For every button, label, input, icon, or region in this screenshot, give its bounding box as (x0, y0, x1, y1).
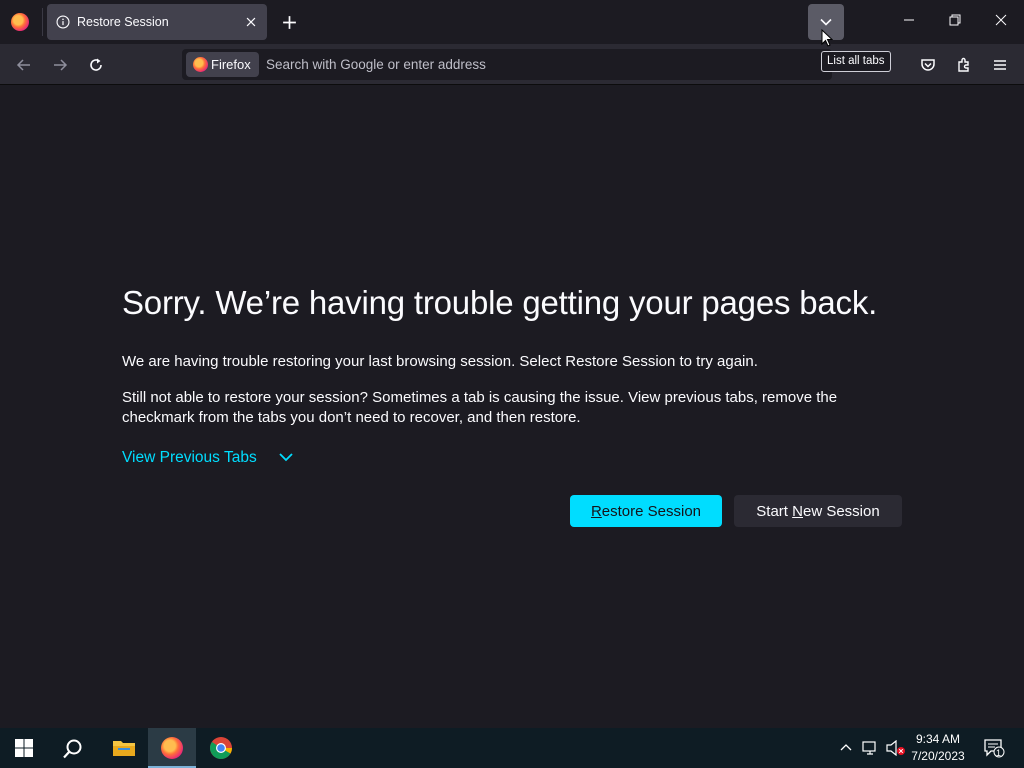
error-help-text: Still not able to restore your session? … (122, 389, 838, 426)
start-button[interactable] (0, 728, 48, 768)
system-clock[interactable]: 9:34 AM 7/20/2023 (906, 731, 970, 765)
pocket-icon[interactable] (919, 56, 937, 74)
chevron-up-icon[interactable] (840, 742, 852, 752)
notifications-icon[interactable] (983, 738, 1005, 758)
start-new-session-button[interactable]: Start New Session (734, 495, 902, 527)
close-window-icon[interactable] (993, 12, 1009, 28)
notification-count: 1 (996, 748, 1002, 758)
file-explorer-button[interactable] (98, 728, 146, 768)
forward-arrow-icon[interactable] (51, 56, 69, 74)
tab-title: Restore Session (77, 15, 169, 29)
new-session-label-start: Start (756, 502, 793, 520)
close-tab-icon[interactable] (244, 15, 258, 29)
tab-restore-session[interactable]: Restore Session (47, 4, 267, 40)
clock-time: 9:34 AM (915, 732, 961, 746)
chevron-down-icon (820, 18, 832, 26)
minimize-icon[interactable] (901, 12, 917, 28)
view-previous-tabs-link[interactable]: View Previous Tabs (122, 449, 257, 467)
address-bar: Firefox (182, 49, 832, 80)
volume-muted-icon[interactable] (886, 740, 906, 756)
firefox-icon (161, 737, 183, 759)
mouse-cursor-icon (821, 29, 833, 47)
list-all-tabs-tooltip: List all tabs (821, 51, 891, 72)
network-icon[interactable] (862, 740, 880, 756)
windows-taskbar: 9:34 AM 7/20/2023 1 (0, 728, 1024, 768)
extensions-icon[interactable] (955, 56, 973, 74)
tab-strip: Restore Session (0, 0, 1024, 44)
chevron-down-icon[interactable] (278, 451, 294, 463)
chrome-icon (210, 737, 232, 759)
firefox-menu-icon[interactable] (11, 13, 29, 31)
address-input[interactable] (266, 49, 806, 80)
restore-session-button[interactable]: Restore Session (570, 495, 722, 527)
clock-date: 7/20/2023 (911, 749, 965, 763)
new-tab-icon[interactable] (281, 14, 298, 31)
windows-logo-icon (15, 739, 33, 757)
hamburger-menu-icon[interactable] (991, 56, 1009, 74)
tab-separator (42, 8, 43, 36)
restore-label: estore Session (601, 502, 702, 520)
restore-session-page: Sorry. We’re having trouble getting your… (0, 86, 1024, 728)
identity-box[interactable]: Firefox (186, 52, 259, 77)
restore-accesskey: R (590, 502, 602, 520)
restore-window-icon[interactable] (947, 12, 963, 28)
folder-icon (113, 741, 135, 756)
new-session-label-end: ew Session (802, 502, 880, 520)
chrome-taskbar-button[interactable] (197, 728, 245, 768)
identity-label: Firefox (211, 57, 251, 72)
info-icon (56, 15, 70, 29)
error-description: We are having trouble restoring your las… (122, 353, 758, 370)
search-button[interactable] (48, 728, 96, 768)
new-session-accesskey: N (792, 502, 803, 520)
back-arrow-icon[interactable] (15, 56, 33, 74)
search-icon (63, 739, 82, 759)
firefox-icon (193, 57, 208, 72)
firefox-taskbar-button[interactable] (148, 728, 196, 768)
reload-icon[interactable] (87, 56, 105, 74)
page-title: Sorry. We’re having trouble getting your… (122, 284, 878, 321)
